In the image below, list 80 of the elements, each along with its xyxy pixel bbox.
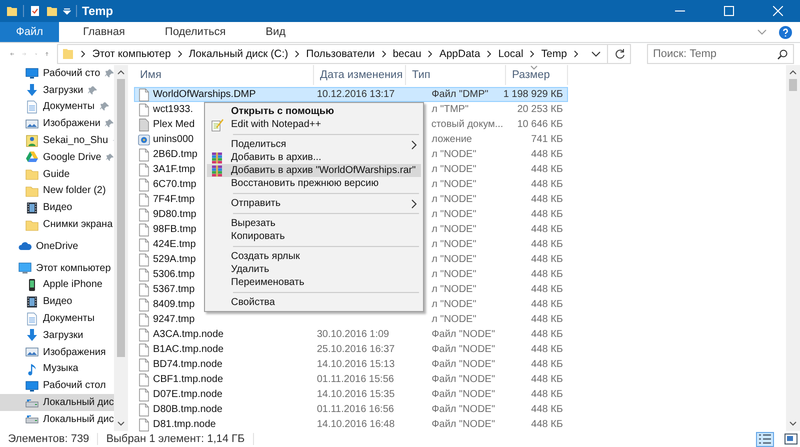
file-type: Файл "NODE" [432,374,496,385]
file-type: л "NODE" [432,194,476,205]
modified-date: 14.10.2016 15:35 [316,389,395,400]
file-name: unins000 [153,134,194,145]
file-size: 448 КБ [531,404,563,415]
file-size: 1 198 929 КБ [503,89,563,100]
file-size: 448 КБ [531,149,563,160]
file-type: л "NODE" [432,179,476,190]
file-type: Файл "NODE" [432,419,496,430]
modified-date: 30.10.2016 1:09 [316,329,390,340]
modified-date: 14.10.2016 15:13 [316,359,395,370]
file-name: 2B6D.tmp [153,149,198,160]
file-size: 741 КБ [531,134,563,145]
window-title: Temp [82,4,114,18]
file-size: 448 КБ [531,359,563,370]
file-size: 448 КБ [531,389,563,400]
file-size: 448 КБ [531,344,563,355]
file-size: 448 КБ [531,419,563,430]
file-size: 448 КБ [531,269,563,280]
file-size: 448 КБ [531,179,563,190]
file-name: 5367.tmp [153,284,195,295]
file-size: 448 КБ [531,299,563,310]
file-name: B1AC.tmp.node [153,344,224,355]
file-size: 448 КБ [531,209,563,220]
file-name: 8409.tmp [153,299,195,310]
file-type: Файл "NODE" [432,329,496,340]
file-size: 448 КБ [531,329,563,340]
file-type: Файл "NODE" [432,389,496,400]
file-name: D80B.tmp.node [153,404,222,415]
file-name: 424E.tmp [153,239,196,250]
file-name: wct1933. [153,104,194,115]
modified-date: 14.10.2016 16:48 [316,419,395,430]
file-type: л "NODE" [432,269,476,280]
file-type: л "NODE" [432,299,476,310]
file-name: D81.tmp.node [153,419,216,430]
file-size: 448 КБ [531,314,563,325]
file-name: Plex Med [153,119,195,130]
file-name: 98FB.tmp [153,224,196,235]
file-type: Файл "NODE" [432,404,496,415]
file-type: л "NODE" [432,149,476,160]
modified-date: 10.12.2016 13:17 [316,89,395,100]
file-name: 3A1F.tmp [153,164,196,175]
file-type: л "NODE" [432,209,476,220]
file-name: 5306.tmp [153,269,195,280]
file-name: BD74.tmp.node [153,359,222,370]
item-count: Элементов: 739 [8,433,90,445]
file-type: л "NODE" [432,254,476,265]
file-size: 448 КБ [531,239,563,250]
file-size: 448 КБ [531,284,563,295]
file-type: л "NODE" [432,239,476,250]
file-name: 529A.tmp [153,254,196,265]
file-name: D07E.tmp.node [153,389,222,400]
modified-date: 01.11.2016 15:56 [316,374,394,385]
file-name: 7F4F.tmp [153,194,195,205]
file-type: стовый докум... [431,119,504,130]
file-name: 6C70.tmp [153,179,196,190]
file-name: A3CA.tmp.node [153,329,224,340]
file-type: л "NODE" [432,284,476,295]
file-size: 10 646 КБ [517,119,563,130]
file-type: л "NODE" [432,224,476,235]
modified-date: 25.10.2016 16:37 [316,344,395,355]
file-type: Файл "DMP" [432,89,488,100]
file-size: 20 253 КБ [517,104,563,115]
file-type: л "TMP" [432,104,468,115]
file-size: 448 КБ [531,194,563,205]
file-type: л "NODE" [432,164,476,175]
file-name: 9247.tmp [153,314,195,325]
selection-info: Выбран 1 элемент: 1,14 ГБ [106,433,245,445]
file-name: WorldOfWarships.DMP [153,89,256,100]
file-type: ложение [432,134,472,145]
file-size: 448 КБ [531,224,563,235]
file-name: CBF1.tmp.node [153,374,224,385]
file-type: л "NODE" [432,314,476,325]
file-type: Файл "NODE" [432,344,496,355]
file-name: 9D80.tmp [153,209,196,220]
modified-date: 01.11.2016 16:56 [316,404,394,415]
file-type: Файл "NODE" [432,359,496,370]
file-size: 448 КБ [531,164,563,175]
file-size: 448 КБ [531,254,563,265]
file-size: 448 КБ [531,374,563,385]
